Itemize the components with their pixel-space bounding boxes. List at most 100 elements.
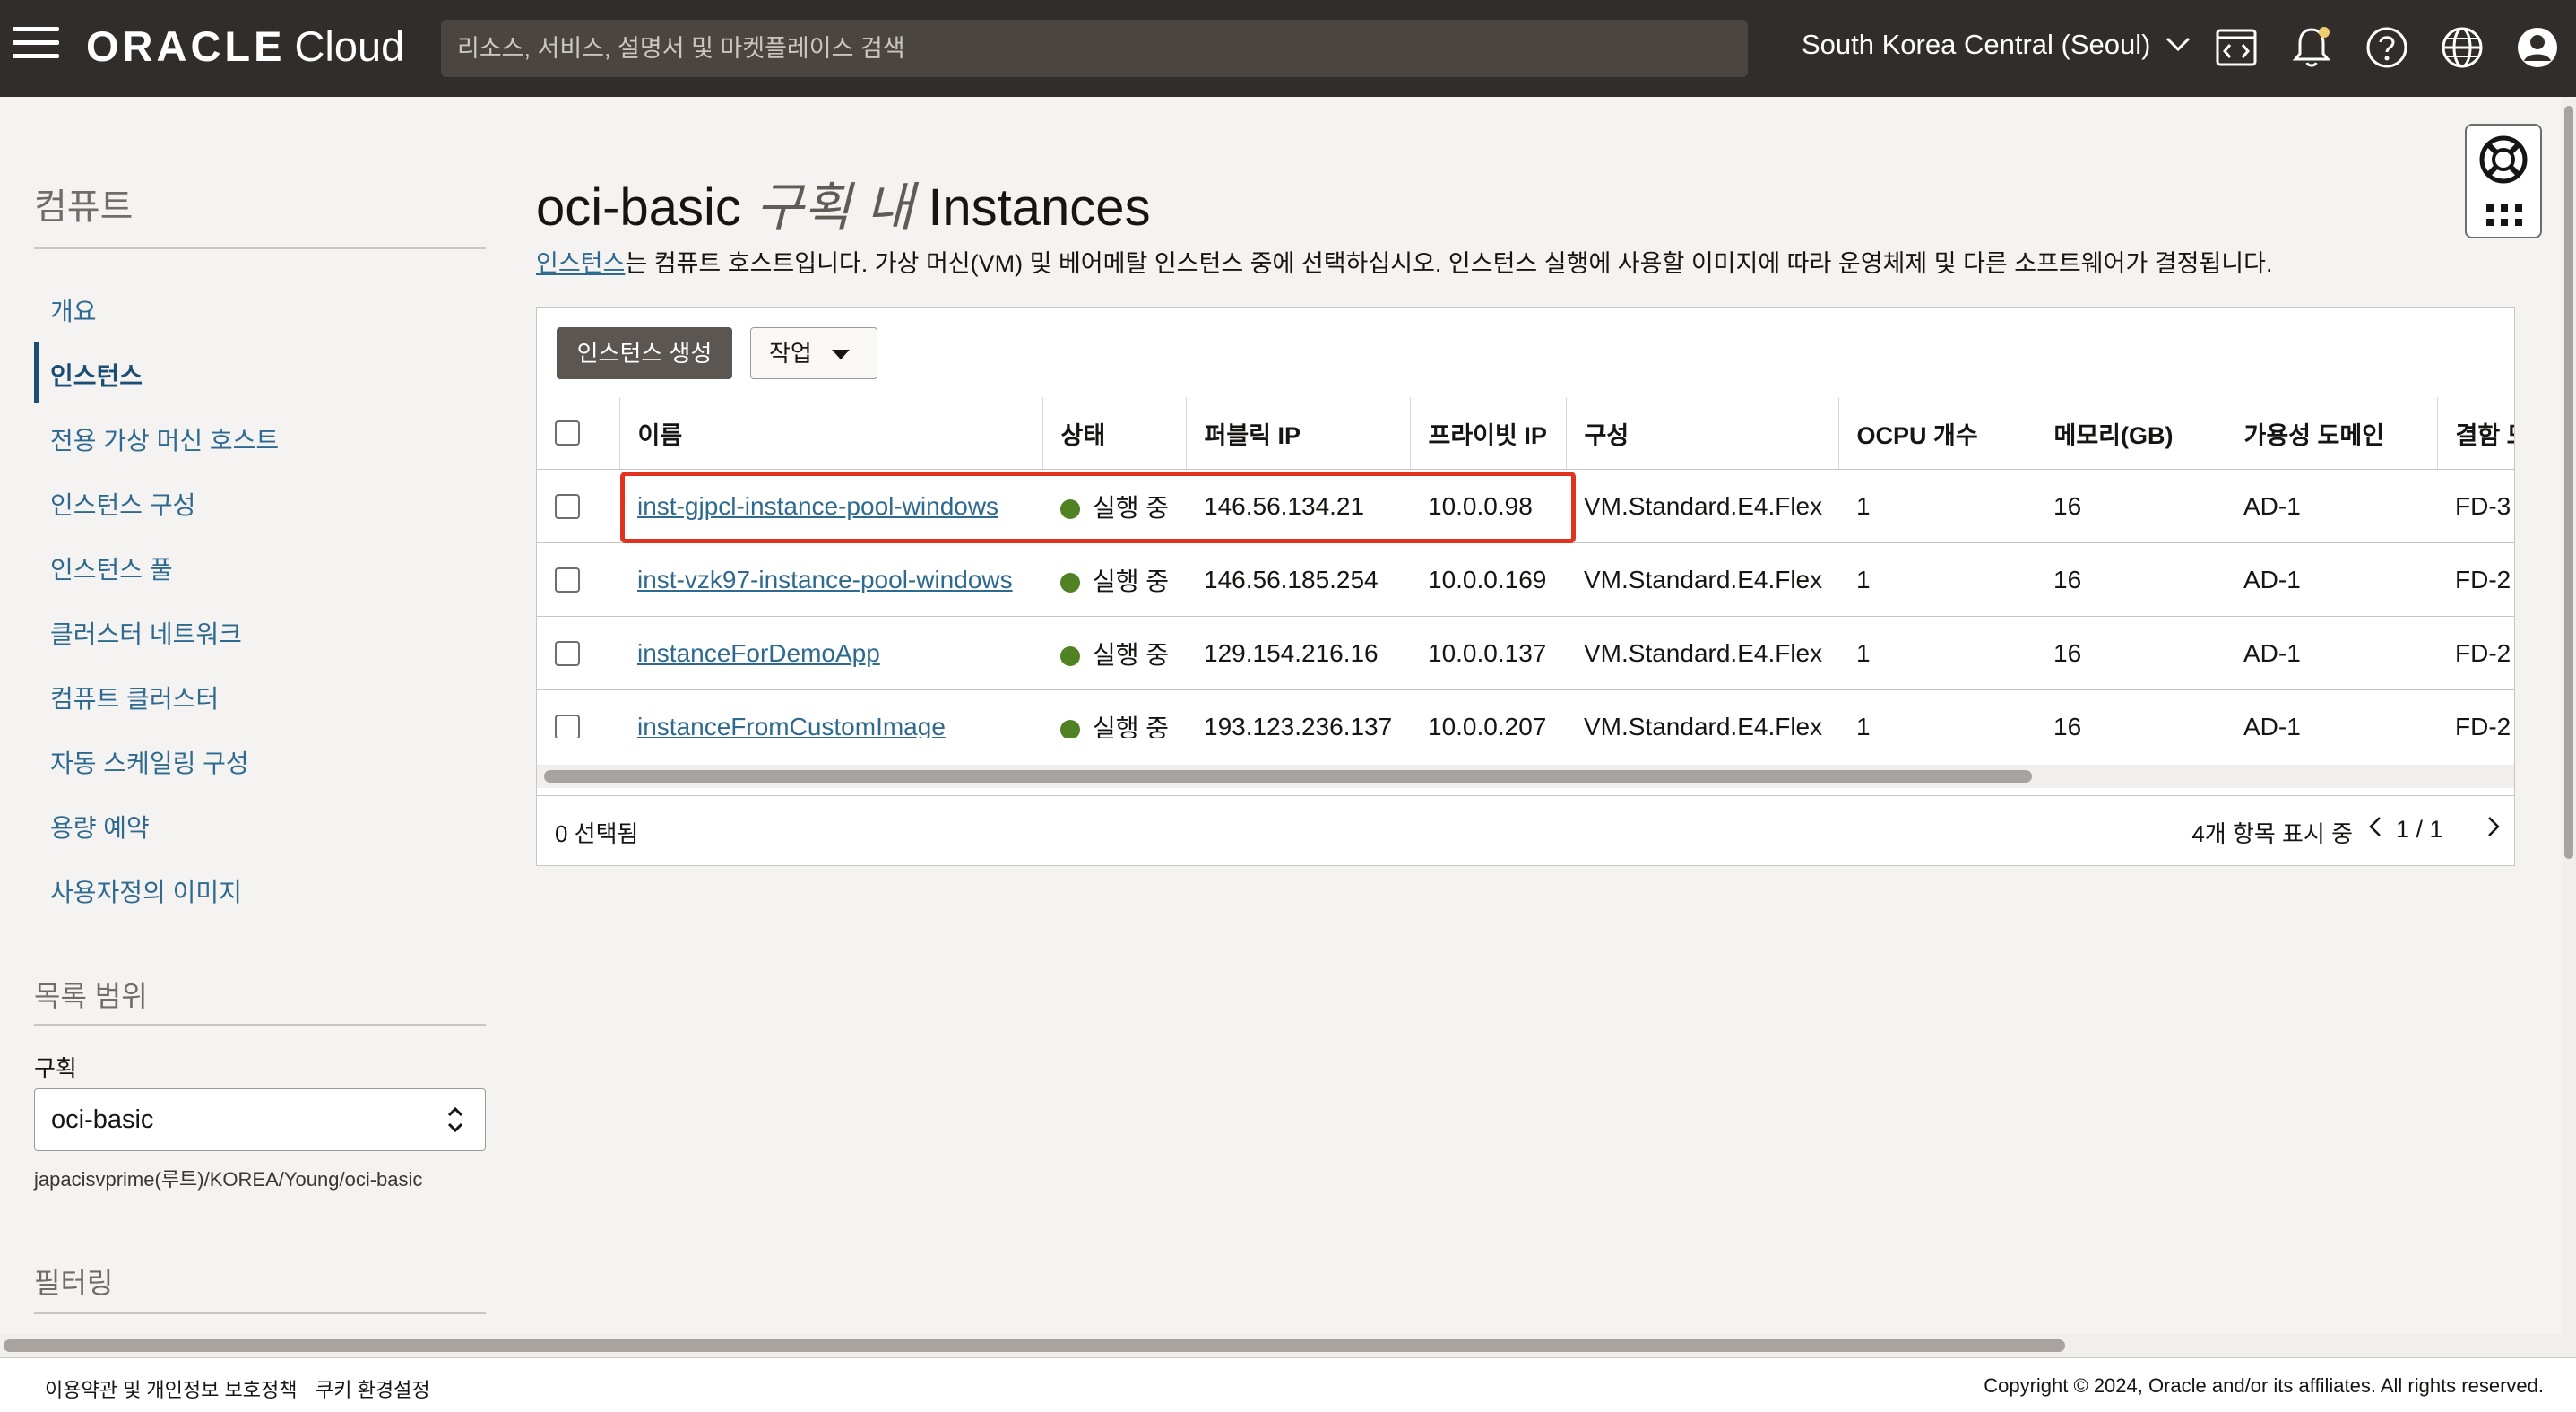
list-scope-title: 목록 범위: [34, 980, 148, 1012]
shape-cell: VM.Standard.E4.Flex: [1566, 689, 1838, 738]
availability-domain-cell: AD-1: [2226, 542, 2437, 617]
column-header-name[interactable]: 이름: [619, 397, 1043, 470]
column-header-memory[interactable]: 메모리(GB): [2036, 397, 2226, 470]
notifications-bell-icon[interactable]: [2287, 23, 2336, 72]
sidebar-item-cluster-networks[interactable]: 클러스터 네트워크: [50, 615, 242, 651]
fault-domain-cell: FD-2: [2437, 689, 2514, 738]
chevron-left-icon[interactable]: [2369, 816, 2382, 837]
column-header-shape[interactable]: 구성: [1566, 397, 1839, 470]
chevron-down-icon: [2166, 37, 2191, 52]
actions-menu-button[interactable]: 작업: [750, 327, 877, 379]
shape-cell: VM.Standard.E4.Flex: [1566, 616, 1838, 690]
status-text: 실행 중: [1093, 567, 1170, 595]
column-header-fault-domain[interactable]: 결함 도메인: [2437, 397, 2514, 470]
running-status-dot: [1060, 645, 1080, 666]
lifebuoy-icon: [2479, 135, 2528, 184]
language-globe-icon[interactable]: [2438, 23, 2486, 72]
memory-cell: 16: [2036, 689, 2226, 738]
compartment-path: japacisvprime(루트)/KOREA/Young/oci-basic: [34, 1168, 423, 1191]
create-instance-button[interactable]: 인스턴스 생성: [557, 327, 732, 379]
sidebar-item-dedicated-hosts[interactable]: 전용 가상 머신 호스트: [50, 421, 279, 457]
ocpu-cell: 1: [1838, 689, 2036, 738]
column-header-ocpu[interactable]: OCPU 개수: [1838, 397, 2036, 470]
ocpu-cell: 1: [1838, 616, 2036, 690]
row-checkbox[interactable]: [555, 714, 580, 738]
column-header-public-ip[interactable]: 퍼블릭 IP: [1186, 397, 1411, 470]
region-selector[interactable]: South Korea Central (Seoul): [1802, 29, 2191, 61]
table-row: instanceForDemoApp 실행 중 129.154.216.16 1…: [537, 616, 2514, 690]
row-select-cell: [537, 689, 619, 738]
running-status-dot: [1060, 719, 1080, 738]
status-cell: 실행 중: [1042, 689, 1186, 738]
sidebar-active-indicator: [34, 342, 39, 403]
showing-items-text: 4개 항목 표시 중: [2191, 820, 2353, 847]
sidebar-item-autoscaling[interactable]: 자동 스케일링 구성: [50, 744, 249, 780]
page-title-connector: 구획 내: [755, 178, 914, 237]
memory-cell: 16: [2036, 469, 2226, 543]
page-horizontal-scrollbar[interactable]: [0, 1334, 2562, 1357]
status-cell: 실행 중: [1042, 616, 1186, 690]
fault-domain-cell: FD-3: [2437, 469, 2514, 543]
fault-domain-cell: FD-2: [2437, 616, 2514, 690]
sidebar-item-instance-pools[interactable]: 인스턴스 풀: [50, 550, 173, 586]
page-indicator: 1 / 1: [2396, 816, 2443, 843]
actions-menu-label: 작업: [769, 340, 812, 367]
memory-cell: 16: [2036, 542, 2226, 617]
pagination: 1 / 1: [2365, 812, 2500, 848]
sidebar-item-instances[interactable]: 인스턴스: [50, 357, 143, 393]
help-support-widget[interactable]: [2465, 124, 2542, 238]
compartment-select-value: oci-basic: [51, 1105, 154, 1134]
chevron-right-icon[interactable]: [2487, 816, 2500, 837]
region-label: South Korea Central (Seoul): [1802, 29, 2151, 60]
row-checkbox[interactable]: [555, 640, 580, 666]
select-all-checkbox[interactable]: [555, 420, 580, 446]
sidebar-item-instance-configurations[interactable]: 인스턴스 구성: [50, 486, 195, 522]
sidebar-item-overview[interactable]: 개요: [50, 292, 97, 328]
row-select-cell: [537, 616, 619, 690]
menu-icon[interactable]: [13, 27, 59, 68]
private-ip-cell: 10.0.0.207: [1410, 689, 1566, 738]
instance-name-link[interactable]: instanceForDemoApp: [637, 639, 880, 667]
instance-name-link[interactable]: inst-vzk97-instance-pool-windows: [637, 566, 1013, 593]
table-row: inst-vzk97-instance-pool-windows 실행 중 14…: [537, 542, 2514, 617]
sidebar-item-custom-images[interactable]: 사용자정의 이미지: [50, 873, 242, 909]
instance-name-link[interactable]: instanceFromCustomImage: [637, 713, 946, 739]
sidebar-item-compute-clusters[interactable]: 컴퓨트 클러스터: [50, 680, 219, 715]
cloud-shell-icon[interactable]: [2212, 23, 2260, 72]
page-vertical-scrollbar[interactable]: [2562, 97, 2576, 1357]
table-scrollbar-thumb[interactable]: [544, 770, 2032, 783]
column-header-availability-domain[interactable]: 가용성 도메인: [2226, 397, 2438, 470]
help-icon[interactable]: [2363, 23, 2411, 72]
instances-doc-link[interactable]: 인스턴스: [536, 250, 625, 277]
page-title-resource: Instances: [928, 178, 1151, 237]
row-checkbox[interactable]: [555, 493, 580, 519]
page-title: oci-basic 구획 내 Instances: [536, 165, 1151, 240]
column-header-private-ip[interactable]: 프라이빗 IP: [1410, 397, 1567, 470]
cookie-preferences-link[interactable]: 쿠키 환경설정: [316, 1374, 430, 1403]
sidebar-title: 컴퓨트: [34, 187, 134, 227]
row-select-cell: [537, 469, 619, 543]
terms-privacy-link[interactable]: 이용약관 및 개인정보 보호정책: [45, 1374, 297, 1403]
instances-table: 이름 상태 퍼블릭 IP 프라이빗 IP 구성 OCPU 개수 메모리(GB) …: [537, 397, 2514, 738]
table-footer: 0 선택됨 4개 항목 표시 중 1 / 1: [537, 795, 2514, 866]
oracle-cloud-logo[interactable]: ORACLE Cloud: [86, 22, 404, 71]
status-text: 실행 중: [1093, 640, 1170, 669]
description-text: 는 컴퓨트 호스트입니다. 가상 머신(VM) 및 베어메탈 인스턴스 중에 선…: [625, 250, 2273, 277]
fault-domain-cell: FD-2: [2437, 542, 2514, 617]
top-navigation-bar: ORACLE Cloud 리소스, 서비스, 설명서 및 마켓플레이스 검색 So…: [0, 0, 2576, 97]
row-checkbox[interactable]: [555, 567, 580, 593]
shape-cell: VM.Standard.E4.Flex: [1566, 469, 1838, 543]
availability-domain-cell: AD-1: [2226, 469, 2437, 543]
user-profile-icon[interactable]: [2513, 23, 2562, 72]
column-header-state[interactable]: 상태: [1042, 397, 1187, 470]
global-search-input[interactable]: 리소스, 서비스, 설명서 및 마켓플레이스 검색: [441, 20, 1748, 77]
copyright-text: Copyright © 2024, Oracle and/or its affi…: [1984, 1374, 2544, 1397]
memory-cell: 16: [2036, 616, 2226, 690]
sidebar-item-capacity-reservations[interactable]: 용량 예약: [50, 809, 150, 845]
filter-divider: [34, 1312, 486, 1314]
availability-domain-cell: AD-1: [2226, 616, 2437, 690]
horizontal-scrollbar-thumb[interactable]: [4, 1339, 2065, 1352]
compartment-select[interactable]: oci-basic: [34, 1088, 486, 1151]
private-ip-cell: 10.0.0.137: [1410, 616, 1566, 690]
vertical-scrollbar-thumb[interactable]: [2564, 106, 2573, 859]
